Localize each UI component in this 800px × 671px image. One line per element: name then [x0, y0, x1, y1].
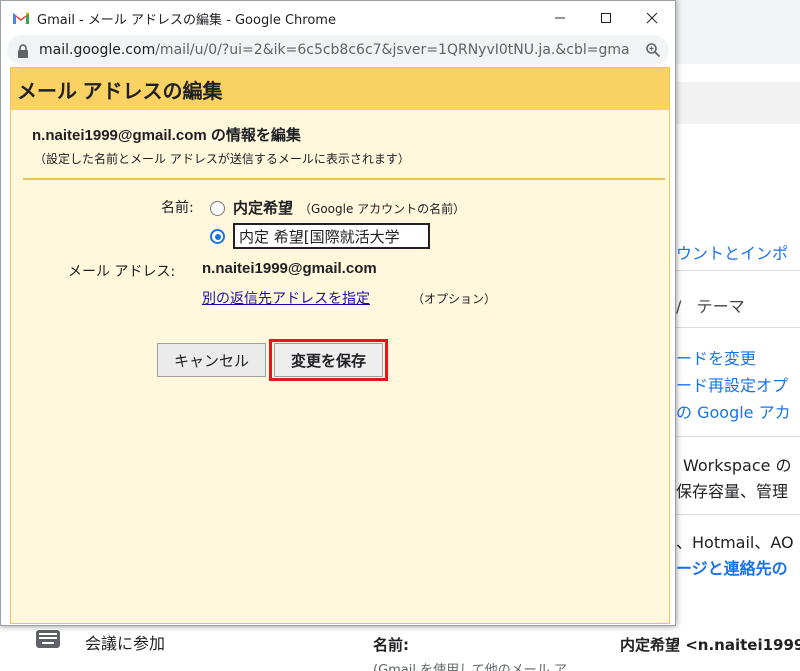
window-controls	[537, 1, 675, 35]
hotmail-text: 、Hotmail、AO	[676, 533, 794, 552]
name-radio-custom[interactable]	[210, 229, 225, 244]
bg-divider	[672, 436, 800, 437]
email-label: メール アドレス:	[68, 264, 176, 280]
maximize-icon[interactable]	[583, 1, 629, 35]
save-button[interactable]: 変更を保存	[274, 343, 383, 377]
accounts-import-tab[interactable]: ウントとインポ	[676, 240, 788, 264]
reply-to-link[interactable]: 別の返信先アドレスを指定	[202, 288, 370, 308]
address-bar[interactable]: mail.google.com/mail/u/0/?ui=2&ik=6c5cb8…	[7, 35, 669, 65]
bottom-partial-text: (Gmail を使用して他のメール ア	[373, 663, 567, 671]
name-radio-google[interactable]	[210, 201, 225, 216]
minimize-icon[interactable]	[537, 1, 583, 35]
google-account-link[interactable]: の Google アカ	[676, 399, 791, 423]
name-label: 名前:	[161, 200, 194, 216]
workspace-text: Workspace の	[683, 456, 792, 475]
edit-note: （設定した名前とメール アドレスが送信するメールに表示されます）	[34, 152, 410, 166]
bg-divider	[672, 270, 800, 271]
window-title: Gmail - メール アドレスの編集 - Google Chrome	[37, 12, 336, 28]
email-value: n.naitei1999@gmail.com	[202, 260, 377, 277]
name-option-google: 内定希望 （Google アカウントの名前）	[233, 199, 466, 217]
dialog-title: メール アドレスの編集	[17, 80, 223, 103]
lock-icon	[17, 43, 29, 58]
edit-email-dialog: メール アドレスの編集 n.naitei1999@gmail.com の情報を編…	[10, 67, 670, 624]
password-recovery-link[interactable]: ード再設定オプ	[676, 372, 788, 396]
theme-tab[interactable]: / テーマ	[676, 293, 745, 317]
gmail-logo-icon	[12, 11, 30, 25]
popup-window: Gmail - メール アドレスの編集 - Google Chrome mail…	[0, 0, 676, 626]
import-contacts-link[interactable]: ージと連絡先の	[676, 555, 788, 579]
settings-tab-band	[672, 82, 800, 124]
join-meeting-item[interactable]: 会議に参加	[85, 630, 165, 654]
section-divider	[23, 178, 665, 180]
bottom-name-label: 名前:	[373, 636, 409, 654]
keyboard-icon	[36, 630, 60, 648]
close-icon[interactable]	[629, 1, 675, 35]
url-text[interactable]: mail.google.com/mail/u/0/?ui=2&ik=6c5cb8…	[39, 42, 629, 58]
name-input[interactable]	[233, 223, 430, 249]
reply-optional-note: （オプション）	[412, 292, 497, 306]
bottom-name-value: 内定希望 <n.naitei1999	[620, 636, 800, 654]
zoom-icon[interactable]	[645, 42, 661, 58]
dialog-header: メール アドレスの編集	[11, 68, 669, 110]
bg-divider	[672, 514, 800, 515]
edit-heading: n.naitei1999@gmail.com の情報を編集	[32, 127, 301, 144]
cancel-button[interactable]: キャンセル	[157, 343, 266, 377]
change-password-link[interactable]: ードを変更	[676, 345, 756, 369]
bg-divider	[672, 327, 800, 328]
storage-text: 保存容量、管理	[676, 482, 789, 501]
title-bar: Gmail - メール アドレスの編集 - Google Chrome	[1, 1, 675, 35]
